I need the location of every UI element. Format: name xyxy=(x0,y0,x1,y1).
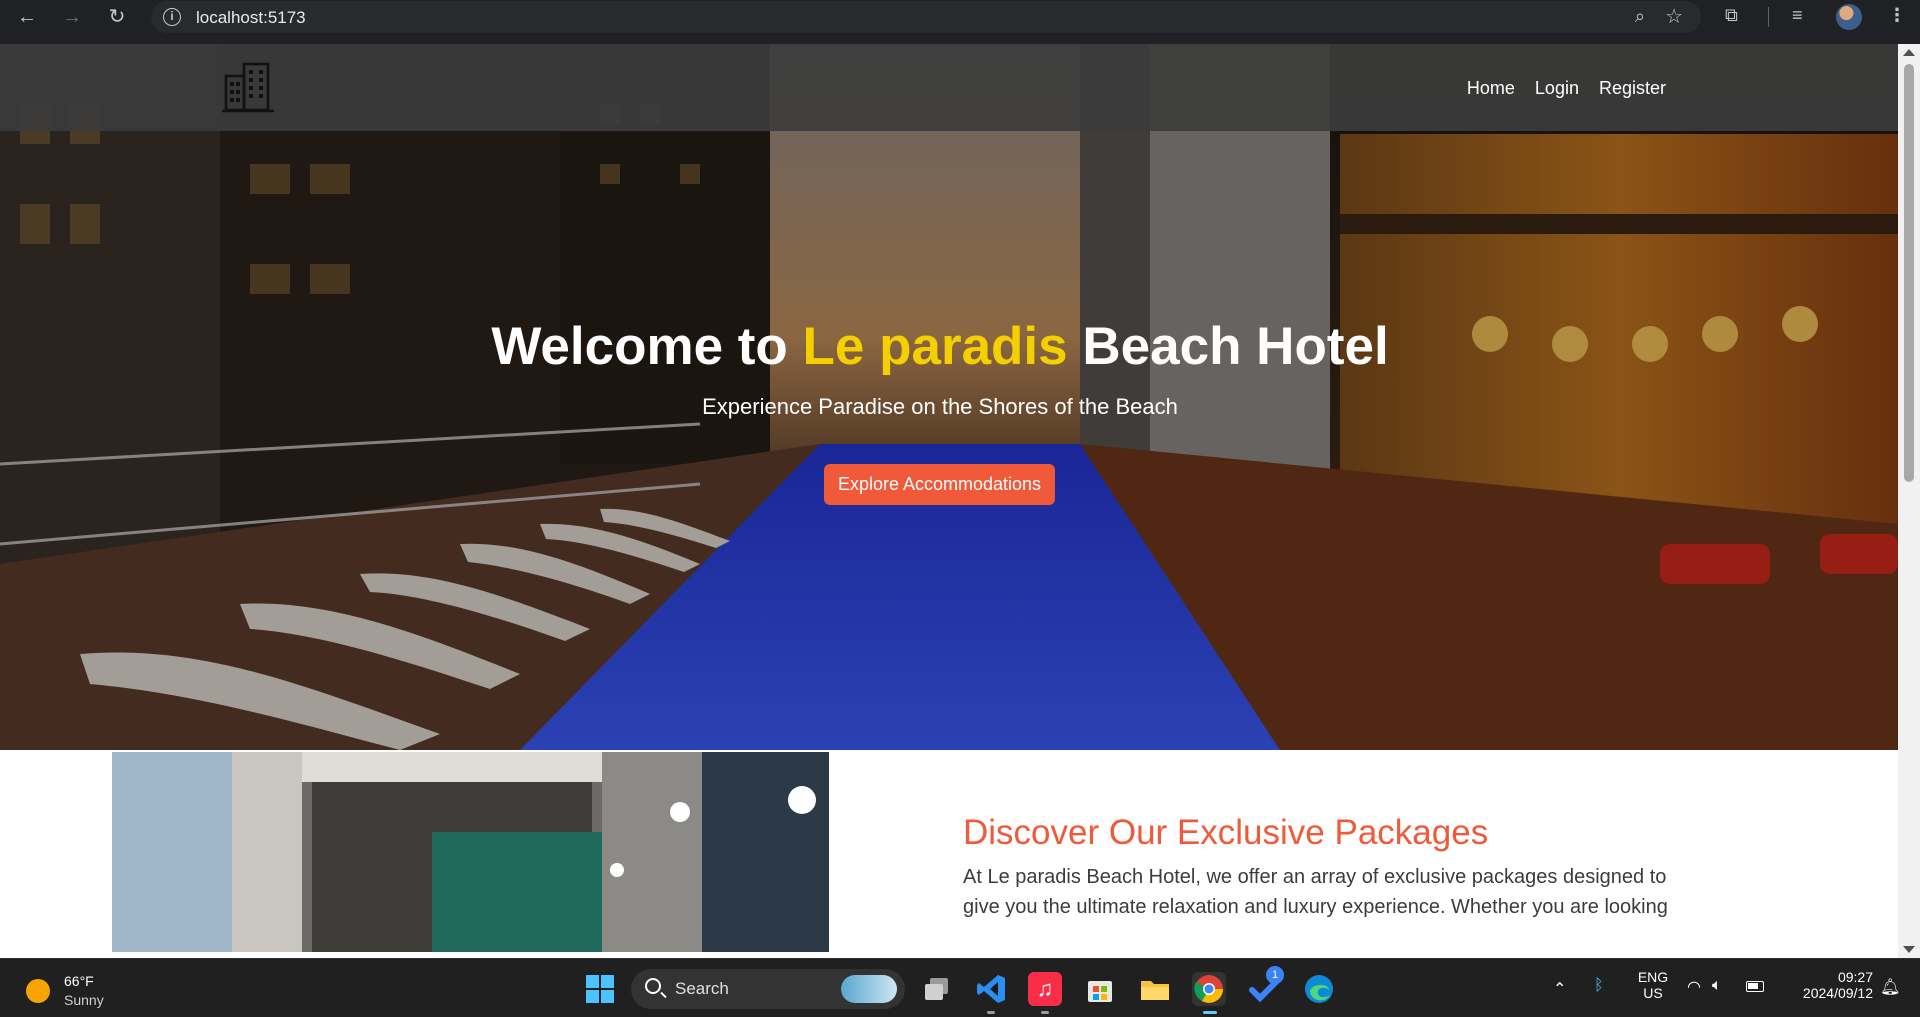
vscode-icon[interactable] xyxy=(974,972,1008,1006)
weather-condition: Sunny xyxy=(64,992,104,1008)
search-label: Search xyxy=(675,979,729,998)
main-nav: Home Login Register xyxy=(1467,78,1666,99)
bluetooth-icon[interactable]: ᛒ xyxy=(1594,977,1604,995)
nav-login-link[interactable]: Login xyxy=(1535,78,1579,99)
clock-time: 09:27 xyxy=(1837,969,1873,985)
music-running-indicator xyxy=(1041,1011,1049,1014)
url-text[interactable]: localhost:5173 xyxy=(196,8,306,28)
address-bar[interactable]: i localhost:5173 ⌕ ☆ xyxy=(151,1,1701,33)
page-scrollbar[interactable] xyxy=(1898,44,1920,958)
todo-badge: 1 xyxy=(1266,966,1284,984)
volume-icon[interactable]: 🔈︎ xyxy=(1712,977,1722,995)
notification-bell-icon[interactable]: 🔔︎ xyxy=(1880,977,1900,997)
hero-title-accent: Le paradis xyxy=(802,317,1068,376)
music-app-icon[interactable]: ♫ xyxy=(1028,972,1062,1006)
sun-icon xyxy=(26,979,50,1003)
browser-toolbar: ← → ↻ i localhost:5173 ⌕ ☆ ⧉ ≡ ⋮ xyxy=(0,0,1920,35)
forward-arrow-icon[interactable]: → xyxy=(58,3,86,31)
wifi-icon[interactable]: ◠ xyxy=(1687,977,1701,997)
file-explorer-icon[interactable] xyxy=(1138,972,1172,1006)
chrome-icon[interactable] xyxy=(1192,972,1226,1006)
packages-description: At Le paradis Beach Hotel, we offer an a… xyxy=(963,866,1668,918)
clock-date: 2024/09/12 xyxy=(1802,985,1873,1001)
page-viewport: Welcome to Le paradis Beach Hotel Experi… xyxy=(0,44,1898,958)
scrollbar-thumb[interactable] xyxy=(1904,64,1914,482)
scroll-up-arrow-icon[interactable] xyxy=(1903,49,1915,56)
packages-hotel-image xyxy=(112,752,829,952)
battery-icon[interactable] xyxy=(1746,981,1764,992)
windows-taskbar: 66°F Sunny Search ♫ 1 ⌃ ᛒ ENG US ◠ � xyxy=(0,958,1920,1017)
hotel-building-logo-icon[interactable] xyxy=(220,60,276,114)
site-info-icon[interactable]: i xyxy=(163,8,181,26)
extensions-icon[interactable]: ⧉ xyxy=(1725,5,1738,26)
windows-start-icon[interactable] xyxy=(583,972,617,1006)
profile-avatar[interactable] xyxy=(1836,4,1862,30)
weather-widget[interactable]: 66°F Sunny xyxy=(26,971,136,1011)
hero-section: Welcome to Le paradis Beach Hotel Experi… xyxy=(0,44,1898,750)
language-bottom: US xyxy=(1643,985,1663,1001)
language-indicator[interactable]: ENG US xyxy=(1635,969,1671,1001)
hero-title: Welcome to Le paradis Beach Hotel xyxy=(0,316,1880,377)
bookmark-star-icon[interactable]: ☆ xyxy=(1665,4,1683,29)
explore-accommodations-button[interactable]: Explore Accommodations xyxy=(824,464,1055,505)
task-view-icon[interactable] xyxy=(920,972,954,1006)
clock[interactable]: 09:27 2024/09/12 xyxy=(1783,969,1873,1001)
microsoft-store-icon[interactable] xyxy=(1083,972,1117,1006)
reload-icon[interactable]: ↻ xyxy=(103,3,131,31)
hero-title-prefix: Welcome to xyxy=(491,317,803,376)
vscode-running-indicator xyxy=(987,1011,995,1014)
scroll-down-arrow-icon[interactable] xyxy=(1903,946,1915,953)
weather-temperature: 66°F xyxy=(64,973,94,989)
search-icon xyxy=(645,978,661,994)
menu-kebab-icon[interactable]: ⋮ xyxy=(1888,5,1906,26)
toolbar-divider xyxy=(1768,7,1769,27)
nav-register-link[interactable]: Register xyxy=(1599,78,1666,99)
chrome-active-indicator xyxy=(1203,1011,1217,1014)
taskbar-search-box[interactable]: Search xyxy=(631,969,905,1009)
tray-overflow-chevron-icon[interactable]: ⌃ xyxy=(1553,979,1566,999)
zoom-icon[interactable]: ⌕ xyxy=(1635,6,1645,27)
hero-title-suffix: Beach Hotel xyxy=(1067,317,1389,376)
site-header: Home Login Register xyxy=(0,44,1898,131)
language-top: ENG xyxy=(1637,969,1669,985)
nav-home-link[interactable]: Home xyxy=(1467,78,1515,99)
packages-title: Discover Our Exclusive Packages xyxy=(963,813,1489,852)
back-arrow-icon[interactable]: ← xyxy=(13,3,41,31)
reading-list-icon[interactable]: ≡ xyxy=(1792,5,1803,26)
hero-subtitle: Experience Paradise on the Shores of the… xyxy=(702,394,1178,419)
search-highlight-image xyxy=(841,975,897,1003)
edge-icon[interactable] xyxy=(1302,972,1336,1006)
todo-app-icon[interactable]: 1 xyxy=(1248,966,1284,1006)
